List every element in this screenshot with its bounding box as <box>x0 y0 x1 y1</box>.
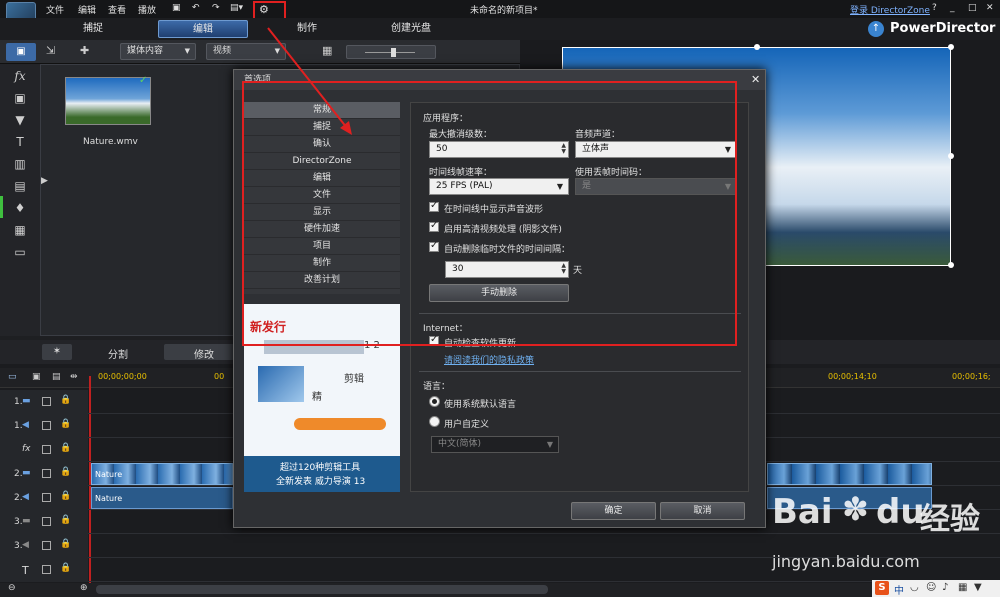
ime-toolbar: S 中 ◡ ☺ ♪ ▦ ▼ <box>872 580 1000 597</box>
ime-punctuation-icon[interactable]: ◡ <box>910 582 919 593</box>
watermark-brand-2: du <box>876 492 925 532</box>
watermark: Bai ✽ du 经验 jingyan.baidu.com <box>768 486 998 578</box>
watermark-brand: Bai <box>772 492 833 532</box>
arrow-head <box>340 121 352 135</box>
ime-logo-icon[interactable]: S <box>875 581 889 595</box>
paw-icon: ✽ <box>842 490 869 528</box>
ime-emoji-icon[interactable]: ☺ <box>926 582 936 593</box>
ime-skin-icon[interactable]: ▼ <box>974 582 982 593</box>
ime-chinese-mode[interactable]: 中 <box>894 582 904 597</box>
ime-voice-icon[interactable]: ♪ <box>942 582 948 593</box>
watermark-jingyan: 经验 <box>920 502 980 537</box>
watermark-url: jingyan.baidu.com <box>772 552 920 571</box>
arrow-line <box>267 27 348 129</box>
ime-keyboard-icon[interactable]: ▦ <box>958 582 967 593</box>
